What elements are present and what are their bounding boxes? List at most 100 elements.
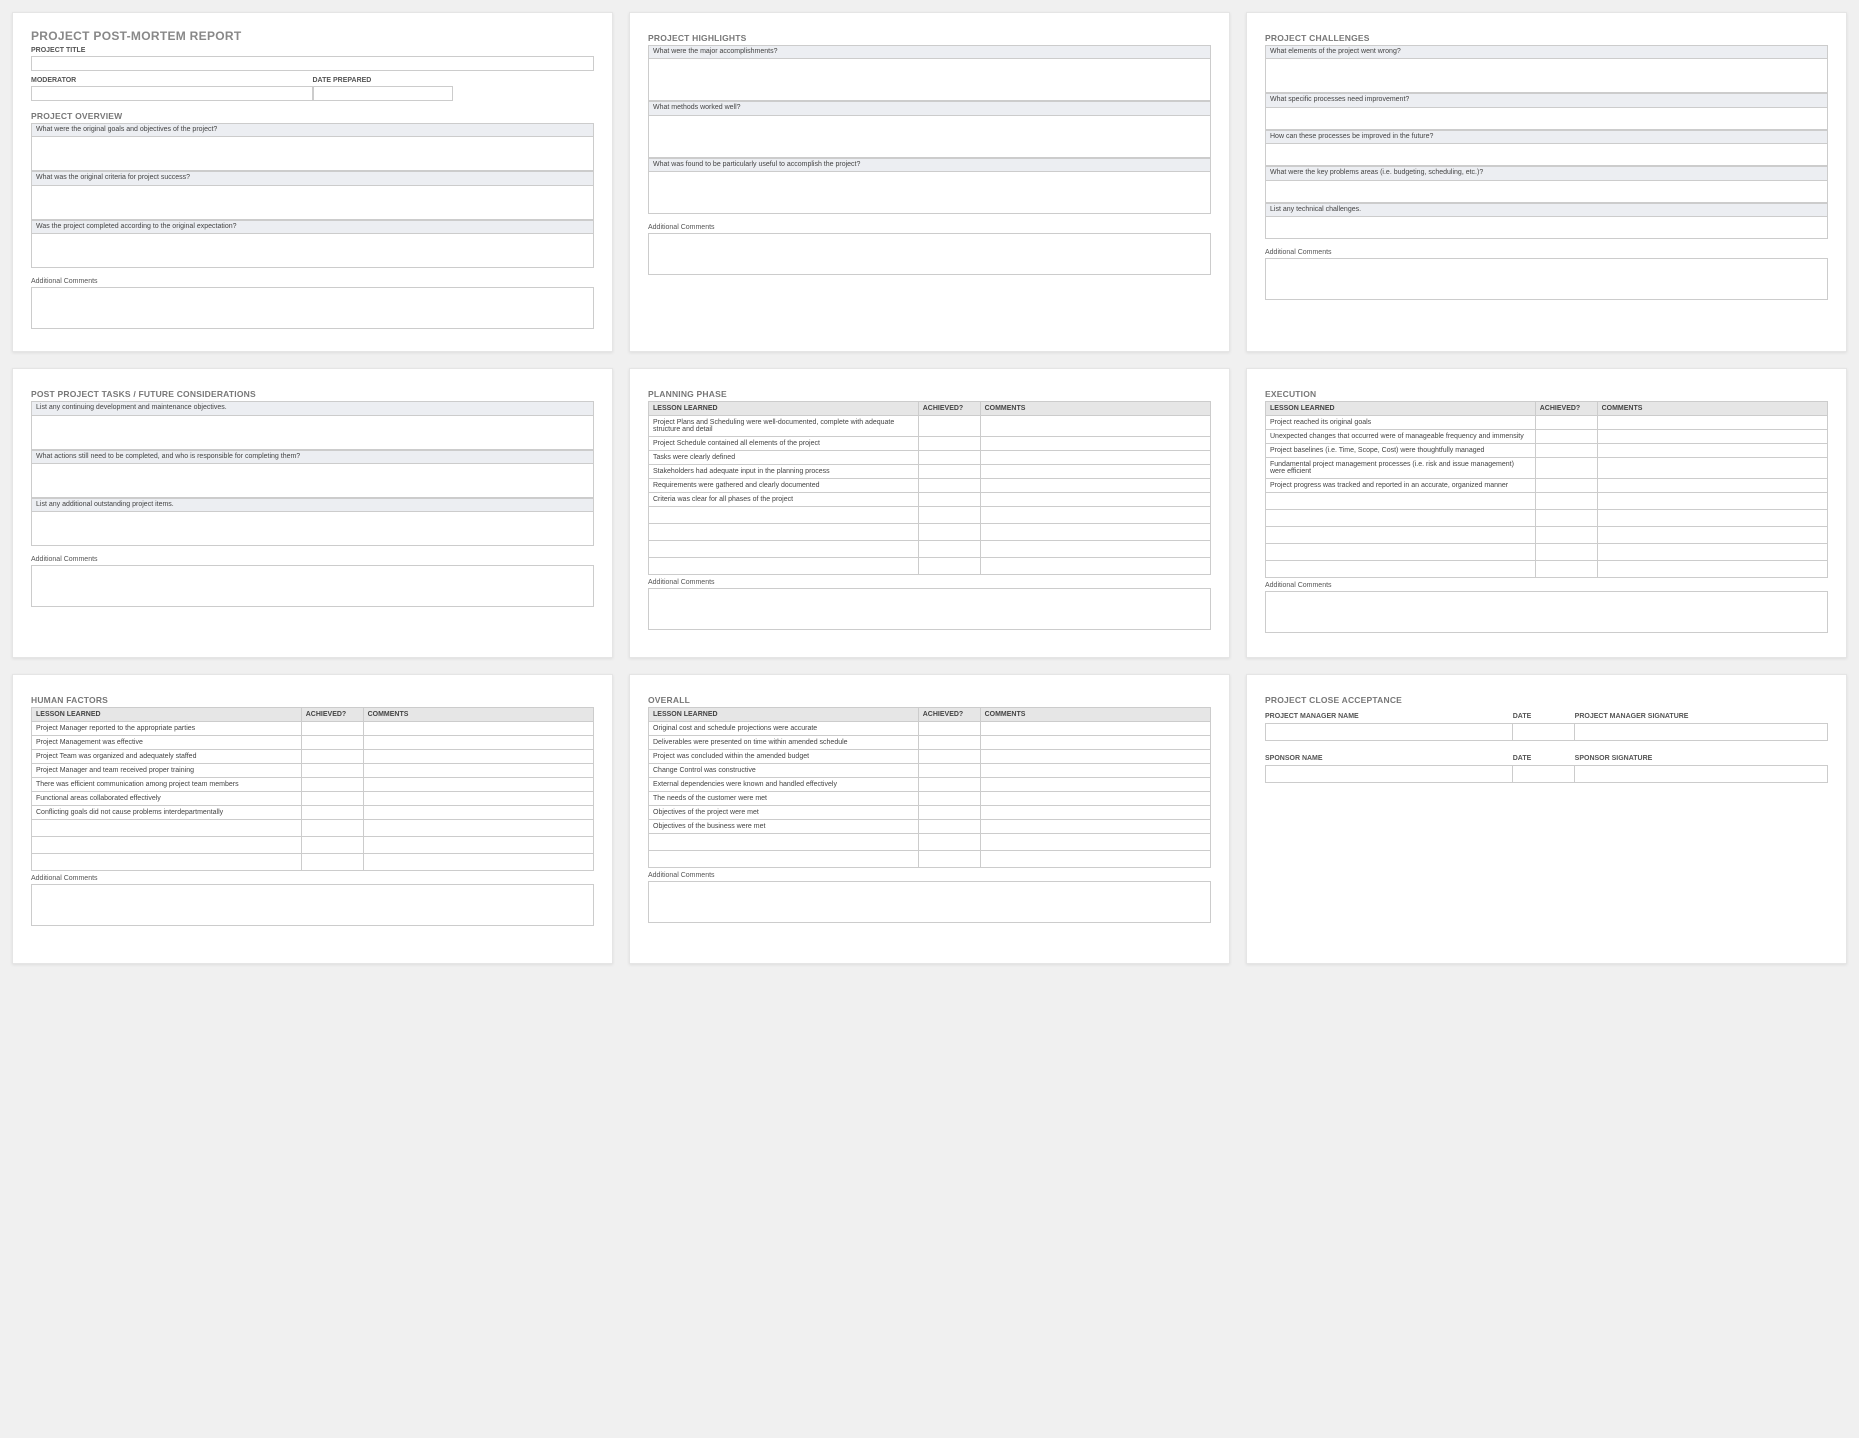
post-tasks-comments-box[interactable] (31, 565, 594, 607)
comments-cell[interactable] (980, 851, 1210, 868)
pm-name-input[interactable] (1265, 723, 1513, 741)
challenges-comments-box[interactable] (1265, 258, 1828, 300)
achieved-cell[interactable] (918, 792, 980, 806)
comments-cell[interactable] (363, 837, 593, 854)
comments-cell[interactable] (363, 764, 593, 778)
achieved-cell[interactable] (1535, 416, 1597, 430)
achieved-cell[interactable] (918, 750, 980, 764)
q-problems-body[interactable] (1265, 181, 1828, 203)
overall-comments-box[interactable] (648, 881, 1211, 923)
planning-comments-box[interactable] (648, 588, 1211, 630)
achieved-cell[interactable] (918, 806, 980, 820)
comments-cell[interactable] (980, 778, 1210, 792)
q-accomplishments-body[interactable] (648, 59, 1211, 101)
q-useful-body[interactable] (648, 172, 1211, 214)
comments-cell[interactable] (363, 854, 593, 871)
comments-cell[interactable] (363, 820, 593, 837)
q-wrong-body[interactable] (1265, 59, 1828, 93)
achieved-cell[interactable] (1535, 479, 1597, 493)
q-improve-body[interactable] (1265, 144, 1828, 166)
comments-cell[interactable] (363, 806, 593, 820)
achieved-cell[interactable] (918, 507, 980, 524)
q-continuing-body[interactable] (31, 416, 594, 450)
date-prepared-input[interactable] (313, 86, 454, 101)
comments-cell[interactable] (980, 792, 1210, 806)
comments-cell[interactable] (1597, 544, 1827, 561)
comments-cell[interactable] (980, 437, 1210, 451)
achieved-cell[interactable] (301, 750, 363, 764)
achieved-cell[interactable] (918, 736, 980, 750)
comments-cell[interactable] (980, 507, 1210, 524)
achieved-cell[interactable] (1535, 444, 1597, 458)
achieved-cell[interactable] (1535, 458, 1597, 479)
achieved-cell[interactable] (918, 451, 980, 465)
execution-comments-box[interactable] (1265, 591, 1828, 633)
report-comments-box[interactable] (31, 287, 594, 329)
achieved-cell[interactable] (1535, 527, 1597, 544)
comments-cell[interactable] (980, 558, 1210, 575)
pm-date-input[interactable] (1513, 723, 1575, 741)
achieved-cell[interactable] (301, 806, 363, 820)
pm-sig-input[interactable] (1575, 723, 1828, 741)
comments-cell[interactable] (363, 750, 593, 764)
achieved-cell[interactable] (301, 792, 363, 806)
comments-cell[interactable] (980, 750, 1210, 764)
q-goals-body[interactable] (31, 137, 594, 171)
q-methods-body[interactable] (648, 116, 1211, 158)
q-processes-body[interactable] (1265, 108, 1828, 130)
sponsor-name-input[interactable] (1265, 765, 1513, 783)
sponsor-sig-input[interactable] (1575, 765, 1828, 783)
achieved-cell[interactable] (918, 778, 980, 792)
moderator-input[interactable] (31, 86, 313, 101)
comments-cell[interactable] (1597, 493, 1827, 510)
comments-cell[interactable] (980, 541, 1210, 558)
achieved-cell[interactable] (301, 854, 363, 871)
achieved-cell[interactable] (918, 541, 980, 558)
comments-cell[interactable] (980, 806, 1210, 820)
comments-cell[interactable] (980, 736, 1210, 750)
comments-cell[interactable] (1597, 458, 1827, 479)
achieved-cell[interactable] (918, 479, 980, 493)
achieved-cell[interactable] (918, 416, 980, 437)
achieved-cell[interactable] (1535, 430, 1597, 444)
human-comments-box[interactable] (31, 884, 594, 926)
comments-cell[interactable] (980, 764, 1210, 778)
comments-cell[interactable] (1597, 561, 1827, 578)
q-outstanding-body[interactable] (31, 512, 594, 546)
comments-cell[interactable] (363, 722, 593, 736)
comments-cell[interactable] (980, 524, 1210, 541)
comments-cell[interactable] (1597, 527, 1827, 544)
comments-cell[interactable] (980, 722, 1210, 736)
achieved-cell[interactable] (918, 558, 980, 575)
comments-cell[interactable] (1597, 444, 1827, 458)
comments-cell[interactable] (980, 479, 1210, 493)
achieved-cell[interactable] (918, 851, 980, 868)
comments-cell[interactable] (980, 451, 1210, 465)
comments-cell[interactable] (980, 416, 1210, 437)
achieved-cell[interactable] (918, 820, 980, 834)
achieved-cell[interactable] (918, 764, 980, 778)
achieved-cell[interactable] (301, 736, 363, 750)
comments-cell[interactable] (1597, 479, 1827, 493)
q-technical-body[interactable] (1265, 217, 1828, 239)
highlights-comments-box[interactable] (648, 233, 1211, 275)
achieved-cell[interactable] (301, 837, 363, 854)
achieved-cell[interactable] (918, 524, 980, 541)
sponsor-date-input[interactable] (1513, 765, 1575, 783)
achieved-cell[interactable] (918, 722, 980, 736)
achieved-cell[interactable] (918, 834, 980, 851)
achieved-cell[interactable] (918, 465, 980, 479)
achieved-cell[interactable] (301, 778, 363, 792)
achieved-cell[interactable] (301, 820, 363, 837)
achieved-cell[interactable] (1535, 493, 1597, 510)
achieved-cell[interactable] (1535, 510, 1597, 527)
comments-cell[interactable] (1597, 416, 1827, 430)
comments-cell[interactable] (980, 493, 1210, 507)
comments-cell[interactable] (363, 792, 593, 806)
achieved-cell[interactable] (918, 437, 980, 451)
achieved-cell[interactable] (301, 722, 363, 736)
achieved-cell[interactable] (301, 764, 363, 778)
comments-cell[interactable] (980, 820, 1210, 834)
project-title-input[interactable] (31, 56, 594, 71)
q-actions-body[interactable] (31, 464, 594, 498)
